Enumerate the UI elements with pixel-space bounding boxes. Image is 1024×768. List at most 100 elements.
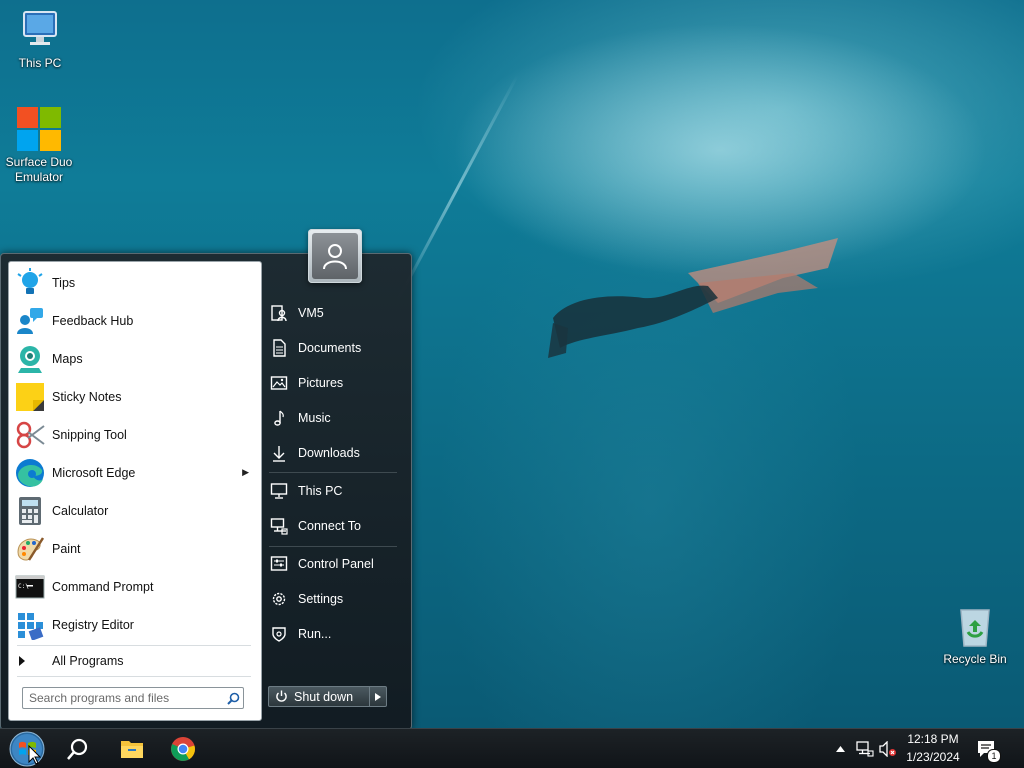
program-sticky-notes[interactable]: Sticky Notes	[9, 378, 261, 416]
right-item-this-pc[interactable]: This PC	[269, 476, 401, 506]
search-input[interactable]	[23, 691, 224, 705]
program-microsoft-edge[interactable]: Microsoft Edge ▶	[9, 454, 261, 492]
right-item-label: Music	[298, 411, 331, 425]
right-item-connect-to[interactable]: Connect To	[269, 511, 401, 541]
chevron-up-icon	[835, 746, 845, 752]
scissors-icon	[14, 419, 46, 451]
right-item-label: Connect To	[298, 519, 362, 533]
shutdown-group: Shut down	[268, 686, 387, 707]
desktop-icon-surface-duo[interactable]: Surface Duo Emulator	[0, 105, 79, 185]
network-icon	[856, 741, 874, 757]
taskbar-file-explorer[interactable]	[112, 729, 152, 768]
program-registry-editor[interactable]: Registry Editor	[9, 606, 261, 644]
search-icon[interactable]	[224, 689, 242, 707]
shutdown-button[interactable]: Shut down	[268, 686, 370, 707]
chrome-icon	[171, 737, 195, 761]
feedback-icon	[14, 305, 46, 337]
shutdown-label: Shut down	[294, 689, 354, 704]
program-maps[interactable]: Maps	[9, 340, 261, 378]
registry-icon	[14, 609, 46, 641]
shutdown-options-button[interactable]	[370, 686, 387, 707]
lightbulb-icon	[14, 267, 46, 299]
triangle-right-icon	[375, 692, 381, 701]
run-icon	[269, 624, 289, 644]
right-item-label: Settings	[298, 592, 344, 606]
right-item-documents[interactable]: Documents	[269, 333, 401, 363]
desktop-icon-recycle-bin[interactable]: Recycle Bin	[935, 602, 1015, 667]
power-icon	[276, 690, 287, 702]
program-label: Sticky Notes	[52, 390, 122, 404]
program-tips[interactable]: Tips	[9, 264, 261, 302]
paint-palette-icon	[14, 533, 46, 565]
program-paint[interactable]: Paint	[9, 530, 261, 568]
sticky-notes-icon	[14, 381, 46, 413]
desktop-icon-label: This PC	[18, 56, 62, 70]
user-icon	[323, 244, 347, 270]
music-icon	[269, 408, 289, 428]
program-calculator[interactable]: Calculator	[9, 492, 261, 530]
terminal-icon: C:\	[14, 571, 46, 603]
user-account-tile[interactable]	[308, 229, 362, 283]
separator	[269, 472, 397, 473]
program-label: Maps	[52, 352, 83, 366]
right-item-label: This PC	[298, 484, 343, 498]
swimmer-image	[548, 238, 838, 358]
programs-pane: Tips Feedback Hub Maps Sticky Notes Snip…	[8, 261, 262, 721]
network-icon	[269, 516, 289, 536]
triangle-right-icon	[19, 656, 25, 666]
calculator-icon	[14, 495, 46, 527]
windows-logo-icon	[15, 105, 63, 153]
clock-date[interactable]: 1/23/2024	[904, 750, 962, 764]
right-item-pictures[interactable]: Pictures	[269, 368, 401, 398]
volume-muted-icon	[879, 741, 896, 757]
picture-icon	[269, 373, 289, 393]
light-ray	[394, 74, 519, 306]
program-label: Calculator	[52, 504, 109, 518]
program-feedback-hub[interactable]: Feedback Hub	[9, 302, 261, 340]
right-item-label: Control Panel	[298, 557, 374, 571]
tray-network-button[interactable]	[855, 729, 875, 768]
right-item-vm5[interactable]: VM5	[269, 298, 401, 328]
clock-time[interactable]: 12:18 PM	[904, 732, 962, 746]
tray-overflow-button[interactable]	[832, 729, 848, 768]
search-box[interactable]	[22, 687, 244, 709]
submenu-arrow-icon[interactable]: ▶	[242, 467, 249, 478]
folder-icon	[121, 741, 143, 758]
right-item-run[interactable]: Run...	[269, 619, 401, 649]
taskbar: 12:18 PM 1/23/2024 1	[0, 728, 1024, 768]
separator	[17, 645, 251, 646]
right-item-music[interactable]: Music	[269, 403, 401, 433]
taskbar-chrome[interactable]	[163, 729, 203, 768]
tray-volume-button[interactable]	[878, 729, 898, 768]
right-item-label: Documents	[298, 341, 362, 355]
program-label: Registry Editor	[52, 618, 134, 632]
recycle-bin-icon	[951, 602, 999, 650]
download-icon	[269, 443, 289, 463]
user-folder-icon	[269, 303, 289, 323]
maps-icon	[14, 343, 46, 375]
control-panel-icon	[269, 554, 289, 574]
right-item-label: Downloads	[298, 446, 360, 460]
all-programs-button[interactable]: All Programs	[9, 649, 261, 673]
program-snipping-tool[interactable]: Snipping Tool	[9, 416, 261, 454]
right-item-settings[interactable]: Settings	[269, 584, 401, 614]
program-label: Snipping Tool	[52, 428, 127, 442]
program-label: Paint	[52, 542, 81, 556]
taskbar-search-button[interactable]	[58, 729, 98, 768]
separator	[17, 676, 251, 677]
desktop-icon-this-pc[interactable]: This PC	[0, 6, 80, 71]
program-label: Tips	[52, 276, 76, 290]
action-center-button[interactable]: 1	[972, 729, 1001, 768]
notification-badge: 1	[987, 749, 1001, 763]
right-item-downloads[interactable]: Downloads	[269, 438, 401, 468]
mouse-cursor-icon	[28, 745, 42, 765]
right-item-label: Pictures	[298, 376, 344, 390]
right-item-label: Run...	[298, 627, 332, 641]
right-item-label: VM5	[298, 306, 324, 320]
desktop-icon-label: Recycle Bin	[943, 652, 1007, 666]
program-label: Feedback Hub	[52, 314, 134, 328]
program-command-prompt[interactable]: C:\ Command Prompt	[9, 568, 261, 606]
computer-icon	[269, 481, 289, 501]
right-item-control-panel[interactable]: Control Panel	[269, 549, 401, 579]
start-menu: Tips Feedback Hub Maps Sticky Notes Snip…	[0, 253, 412, 730]
